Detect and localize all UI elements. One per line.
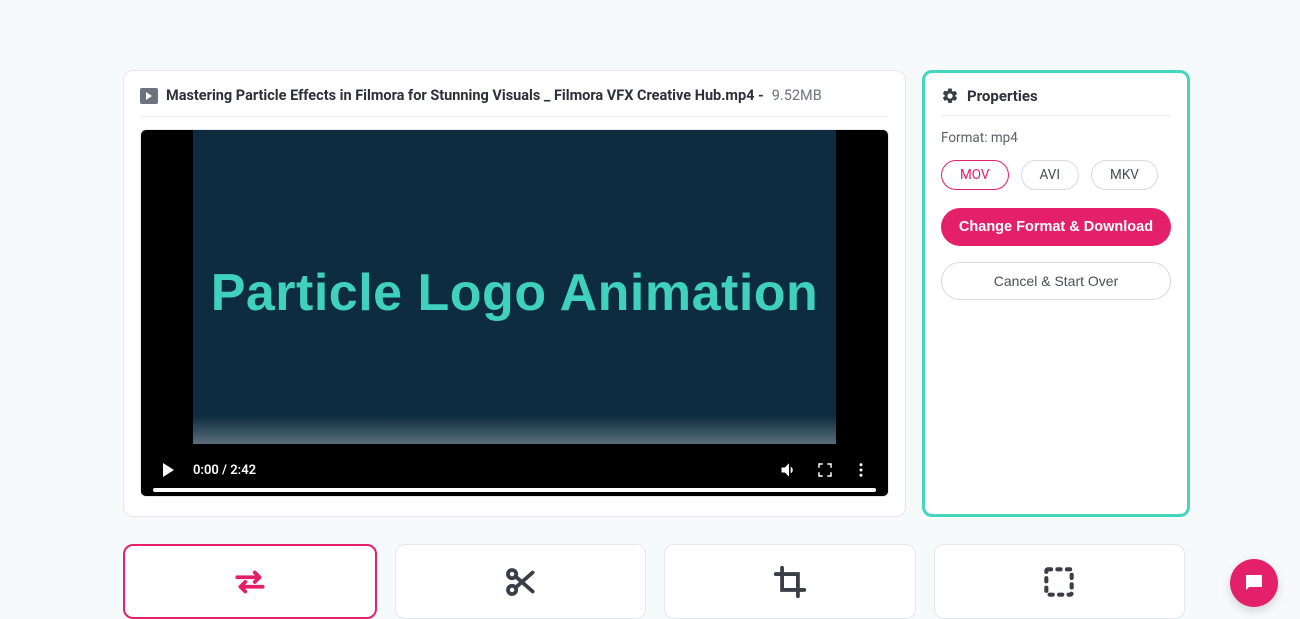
tool-select[interactable] [934, 544, 1186, 619]
tool-row [123, 544, 1185, 619]
video-player[interactable]: Particle Logo Animation 0:00 / 2:42 [140, 129, 889, 497]
more-button[interactable] [850, 459, 872, 481]
tool-cut[interactable] [395, 544, 647, 619]
progress-bar[interactable] [153, 488, 876, 492]
change-format-button[interactable]: Change Format & Download [941, 208, 1171, 246]
format-label: Format: mp4 [941, 130, 1171, 146]
format-option-mov[interactable]: MOV [941, 160, 1009, 190]
play-button[interactable] [157, 459, 179, 481]
video-file-icon [140, 88, 158, 104]
properties-title: Properties [967, 87, 1038, 105]
file-info-row: Mastering Particle Effects in Filmora fo… [140, 87, 889, 117]
file-size: 9.52MB [772, 87, 822, 104]
video-headline: Particle Logo Animation [211, 263, 819, 323]
video-card: Mastering Particle Effects in Filmora fo… [123, 70, 906, 517]
video-time: 0:00 / 2:42 [193, 463, 256, 478]
tool-crop[interactable] [664, 544, 916, 619]
fullscreen-button[interactable] [814, 459, 836, 481]
format-option-avi[interactable]: AVI [1021, 160, 1080, 190]
video-frame: Particle Logo Animation [193, 130, 836, 456]
file-name: Mastering Particle Effects in Filmora fo… [166, 87, 764, 104]
properties-panel: Properties Format: mp4 MOV AVI MKV Chang… [922, 70, 1190, 517]
chat-button[interactable] [1230, 559, 1278, 607]
volume-button[interactable] [778, 459, 800, 481]
tool-convert[interactable] [123, 544, 377, 619]
format-option-mkv[interactable]: MKV [1091, 160, 1158, 190]
gear-icon [941, 87, 959, 105]
cancel-button[interactable]: Cancel & Start Over [941, 262, 1171, 300]
